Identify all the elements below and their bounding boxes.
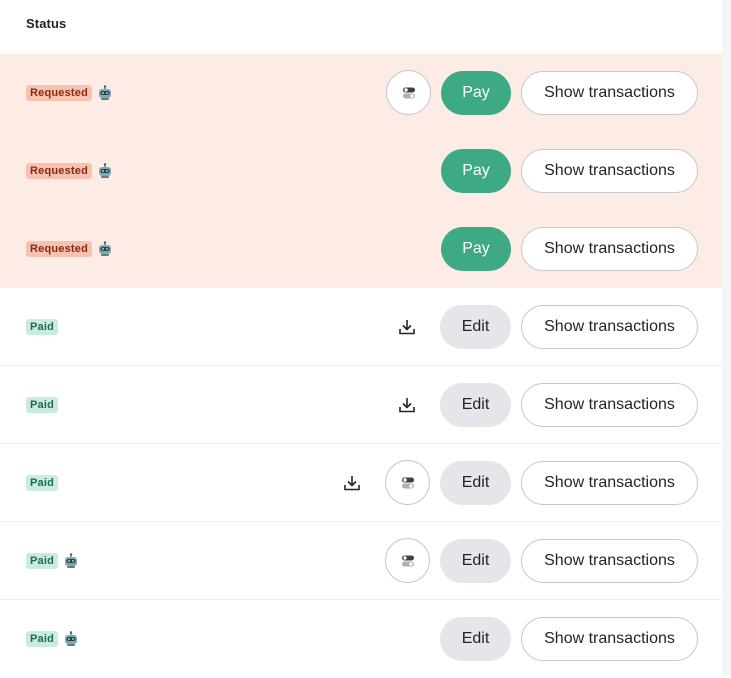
edit-button[interactable]: Edit	[440, 305, 511, 349]
edit-button[interactable]: Edit	[440, 539, 511, 583]
table-row: Requested Pay Show transactions	[0, 54, 722, 132]
status-cell: Paid	[26, 522, 79, 600]
status-badge: Paid	[26, 397, 59, 413]
scroll-gutter	[722, 0, 731, 676]
robot-icon	[99, 163, 112, 178]
show-transactions-button[interactable]: Show transactions	[521, 539, 698, 583]
toggle-button[interactable]	[385, 460, 430, 505]
robot-icon	[65, 553, 78, 568]
show-transactions-button[interactable]: Show transactions	[521, 227, 698, 271]
status-cell: Paid	[26, 600, 79, 678]
table-header: Status	[0, 0, 722, 54]
table-row: Paid Edit Show transactions	[0, 366, 722, 444]
status-cell: Requested	[26, 210, 113, 288]
status-cell: Paid	[26, 444, 59, 522]
pay-button[interactable]: Pay	[441, 71, 511, 115]
status-cell: Paid	[26, 288, 59, 366]
status-badge: Requested	[26, 163, 93, 179]
table-row: Paid Edit Show transactions	[0, 600, 722, 678]
show-transactions-button[interactable]: Show transactions	[521, 305, 698, 349]
edit-button[interactable]: Edit	[440, 461, 511, 505]
edit-button[interactable]: Edit	[440, 383, 511, 427]
show-transactions-button[interactable]: Show transactions	[521, 383, 698, 427]
toggle-icon	[401, 477, 414, 488]
status-badge: Paid	[26, 553, 59, 569]
download-icon	[399, 398, 415, 413]
download-button[interactable]	[397, 317, 417, 337]
status-cell: Paid	[26, 366, 59, 444]
download-icon	[399, 320, 415, 335]
status-column-header: Status	[26, 15, 67, 31]
table-row: Paid Edit Show transactions	[0, 288, 722, 366]
status-badge: Requested	[26, 241, 93, 257]
toggle-icon	[402, 87, 415, 98]
pay-button[interactable]: Pay	[441, 149, 511, 193]
robot-icon	[99, 241, 112, 256]
status-badge: Paid	[26, 319, 59, 335]
status-cell: Requested	[26, 132, 113, 210]
edit-button[interactable]: Edit	[440, 617, 511, 661]
toggle-icon	[401, 555, 414, 566]
robot-icon	[99, 85, 112, 100]
show-transactions-button[interactable]: Show transactions	[521, 149, 698, 193]
table-row: Paid Edit Show transactions	[0, 522, 722, 600]
status-badge: Paid	[26, 475, 59, 491]
table-row: Paid Edit Show transactions	[0, 444, 722, 522]
table-row: Requested Pay Show transactions	[0, 210, 722, 288]
status-badge: Paid	[26, 631, 59, 647]
download-button[interactable]	[342, 473, 362, 493]
download-icon	[344, 476, 360, 491]
download-button[interactable]	[397, 395, 417, 415]
toggle-button[interactable]	[385, 538, 430, 583]
toggle-button[interactable]	[386, 70, 431, 115]
show-transactions-button[interactable]: Show transactions	[521, 461, 698, 505]
show-transactions-button[interactable]: Show transactions	[521, 71, 698, 115]
status-cell: Requested	[26, 54, 113, 132]
payments-table: Status Requested Pay Show transactions R…	[0, 0, 722, 676]
status-badge: Requested	[26, 85, 93, 101]
robot-icon	[65, 631, 78, 646]
table-row: Requested Pay Show transactions	[0, 132, 722, 210]
pay-button[interactable]: Pay	[441, 227, 511, 271]
show-transactions-button[interactable]: Show transactions	[521, 617, 698, 661]
